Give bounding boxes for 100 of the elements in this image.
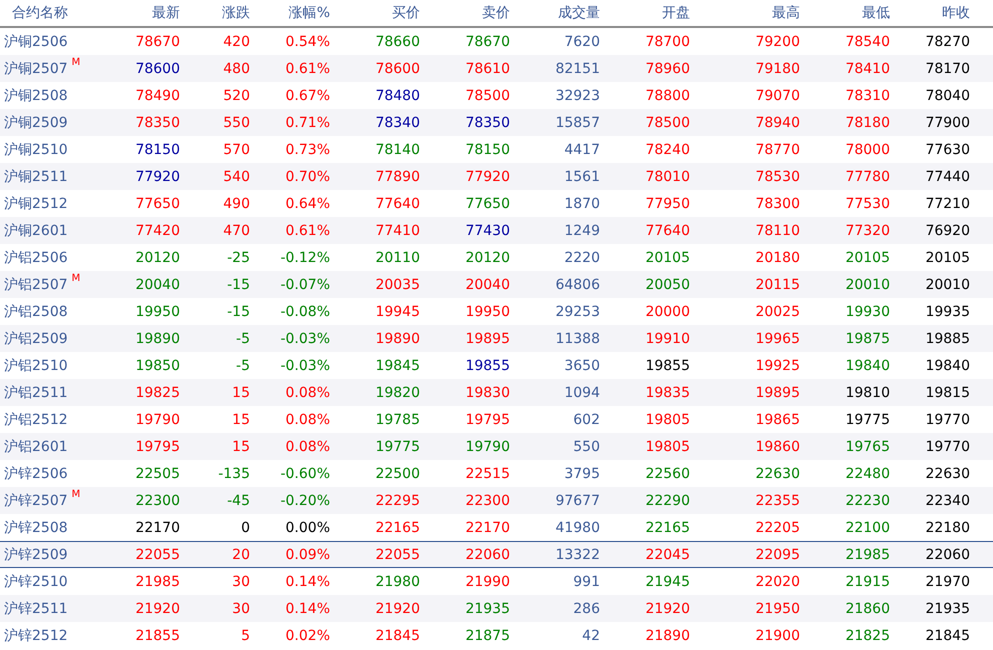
table-cell-text: 1561 <box>563 168 600 184</box>
table-cell-text: 19815 <box>924 384 970 400</box>
table-cell-text: 20120 <box>464 250 510 266</box>
table-cell-text: 41980 <box>554 520 600 536</box>
table-cell-text: 286 <box>572 600 600 616</box>
table-cell-text: 2220 <box>563 250 600 266</box>
table-cell-text: 21920 <box>644 600 690 616</box>
table-cell-text: 77430 <box>464 222 510 238</box>
table-cell-text: 78770 <box>754 142 800 158</box>
column-header[interactable]: 开盘 <box>600 4 690 22</box>
table-row[interactable]: 沪铜2507 M 78600 480 0.61% 78600 78610 82151 78960 79180 78410 78170 <box>0 55 993 82</box>
table-cell-text: 19840 <box>844 358 890 374</box>
table-cell-text: 19805 <box>644 438 690 454</box>
table-cell-text: 550 <box>572 438 600 454</box>
contract-name: 沪铜2601 <box>4 222 68 240</box>
table-cell-text: 22100 <box>844 520 890 536</box>
table-cell-text: 97677 <box>554 492 600 508</box>
table-cell-text: 78010 <box>644 168 690 184</box>
table-cell-text: 78600 <box>134 60 180 76</box>
contract-name: 沪铜2509 <box>4 114 68 132</box>
table-row[interactable]: 沪铜2601 77420 470 0.61% 77410 77430 1249 77640 78110 77320 76920 <box>0 217 993 244</box>
table-row[interactable]: 沪锌2509 22055 20 0.09% 22055 22060 13322 22045 22095 21985 22060 <box>0 541 993 568</box>
table-cell-text: 19805 <box>644 412 690 428</box>
table-cell-text: 19895 <box>464 330 510 346</box>
table-cell-text: 420 <box>222 34 250 50</box>
table-cell-text: 550 <box>222 114 250 130</box>
contract-name: 沪锌2509 <box>4 546 68 564</box>
table-cell-text: 480 <box>222 60 250 76</box>
table-row[interactable]: 沪锌2511 21920 30 0.14% 21920 21935 286 21920 21950 21860 21935 <box>0 595 993 622</box>
table-cell-text: 21985 <box>844 546 890 562</box>
table-cell-text: 19860 <box>754 438 800 454</box>
table-row[interactable]: 沪铝2601 19795 15 0.08% 19775 19790 550 19805 19860 19765 19770 <box>0 433 993 460</box>
table-cell-text: 21845 <box>924 628 970 644</box>
table-cell-text: 78000 <box>844 142 890 158</box>
table-cell-text: 20025 <box>754 304 800 320</box>
table-cell-text: 19820 <box>374 384 420 400</box>
contract-name: 沪铝2510 <box>4 356 68 374</box>
column-header[interactable]: 最低 <box>800 4 890 22</box>
table-cell-text: 19875 <box>844 330 890 346</box>
column-header[interactable]: 涨幅% <box>250 4 330 22</box>
table-cell-text: 20115 <box>754 276 800 292</box>
table-cell-text: 19765 <box>844 438 890 454</box>
table-cell-text: 19925 <box>754 358 800 374</box>
column-header[interactable]: 昨收 <box>890 4 970 22</box>
table-cell-text: 7620 <box>563 34 600 50</box>
table-cell-text: 77900 <box>924 114 970 130</box>
table-cell-text: 0.02% <box>284 628 330 644</box>
column-header[interactable]: 合约名称 <box>0 4 120 22</box>
column-header[interactable]: 卖价 <box>420 4 510 22</box>
table-cell-text: 20040 <box>134 276 180 292</box>
contract-name: 沪锌2511 <box>4 600 68 618</box>
table-cell-text: 19775 <box>844 412 890 428</box>
column-header[interactable]: 买价 <box>330 4 420 22</box>
table-row[interactable]: 沪铜2509 78350 550 0.71% 78340 78350 15857 78500 78940 78180 77900 <box>0 109 993 136</box>
table-cell-text: 22230 <box>844 492 890 508</box>
table-cell-text: 21860 <box>844 600 890 616</box>
table-cell-text: -25 <box>226 250 250 266</box>
table-row[interactable]: 沪锌2507 M 22300 -45 -0.20% 22295 22300 97677 22290 22355 22230 22340 <box>0 487 993 514</box>
table-cell-text: 77950 <box>644 196 690 212</box>
table-cell-text: -0.20% <box>279 492 330 508</box>
table-cell-text: 20180 <box>754 250 800 266</box>
table-cell-text: 19855 <box>644 358 690 374</box>
contract-name: 沪锌2507 <box>4 492 68 510</box>
contract-name: 沪铜2512 <box>4 194 68 212</box>
column-header[interactable]: 涨跌 <box>180 4 250 22</box>
table-cell-text: 19790 <box>134 412 180 428</box>
column-header[interactable]: 最新 <box>120 4 180 22</box>
table-cell-text: 21920 <box>134 600 180 616</box>
table-cell-text: 1870 <box>563 196 600 212</box>
table-cell-text: 19950 <box>464 304 510 320</box>
table-cell-text: 22500 <box>374 466 420 482</box>
table-cell-text: 540 <box>222 168 250 184</box>
table-row[interactable]: 沪铝2509 19890 -5 -0.03% 19890 19895 11388 19910 19965 19875 19885 <box>0 325 993 352</box>
table-cell-text: 15 <box>231 438 250 454</box>
table-cell-text: 78150 <box>464 142 510 158</box>
column-header[interactable]: 最高 <box>690 4 800 22</box>
contract-name: 沪铜2510 <box>4 140 68 158</box>
table-cell-text: 20105 <box>844 250 890 266</box>
table-cell-text: 22020 <box>754 574 800 590</box>
table-row[interactable]: 沪铝2511 19825 15 0.08% 19820 19830 1094 19835 19895 19810 19815 <box>0 379 993 406</box>
table-cell-text: 77650 <box>134 196 180 212</box>
table-cell-text: 77320 <box>844 222 890 238</box>
table-cell-text: 32923 <box>554 88 600 104</box>
table-cell-text: 78490 <box>134 88 180 104</box>
table-cell-text: 19855 <box>464 358 510 374</box>
table-cell-text: 20010 <box>924 276 970 292</box>
table-cell-text: 0.14% <box>284 574 330 590</box>
table-cell-text: 0.73% <box>284 142 330 158</box>
table-row[interactable]: 沪铜2511 77920 540 0.70% 77890 77920 1561 78010 78530 77780 77440 <box>0 163 993 190</box>
table-cell-text: 19890 <box>134 330 180 346</box>
table-cell-text: 21920 <box>374 600 420 616</box>
table-cell-text: 19935 <box>924 304 970 320</box>
table-row[interactable]: 沪铝2507 M 20040 -15 -0.07% 20035 20040 64806 20050 20115 20010 20010 <box>0 271 993 298</box>
table-cell-text: 470 <box>222 222 250 238</box>
table-cell-text: 22055 <box>374 546 420 562</box>
table-cell-text: 77440 <box>924 168 970 184</box>
table-cell-text: 78670 <box>464 34 510 50</box>
table-cell-text: 20035 <box>374 276 420 292</box>
table-cell-text: 78180 <box>844 114 890 130</box>
column-header[interactable]: 成交量 <box>510 4 600 22</box>
